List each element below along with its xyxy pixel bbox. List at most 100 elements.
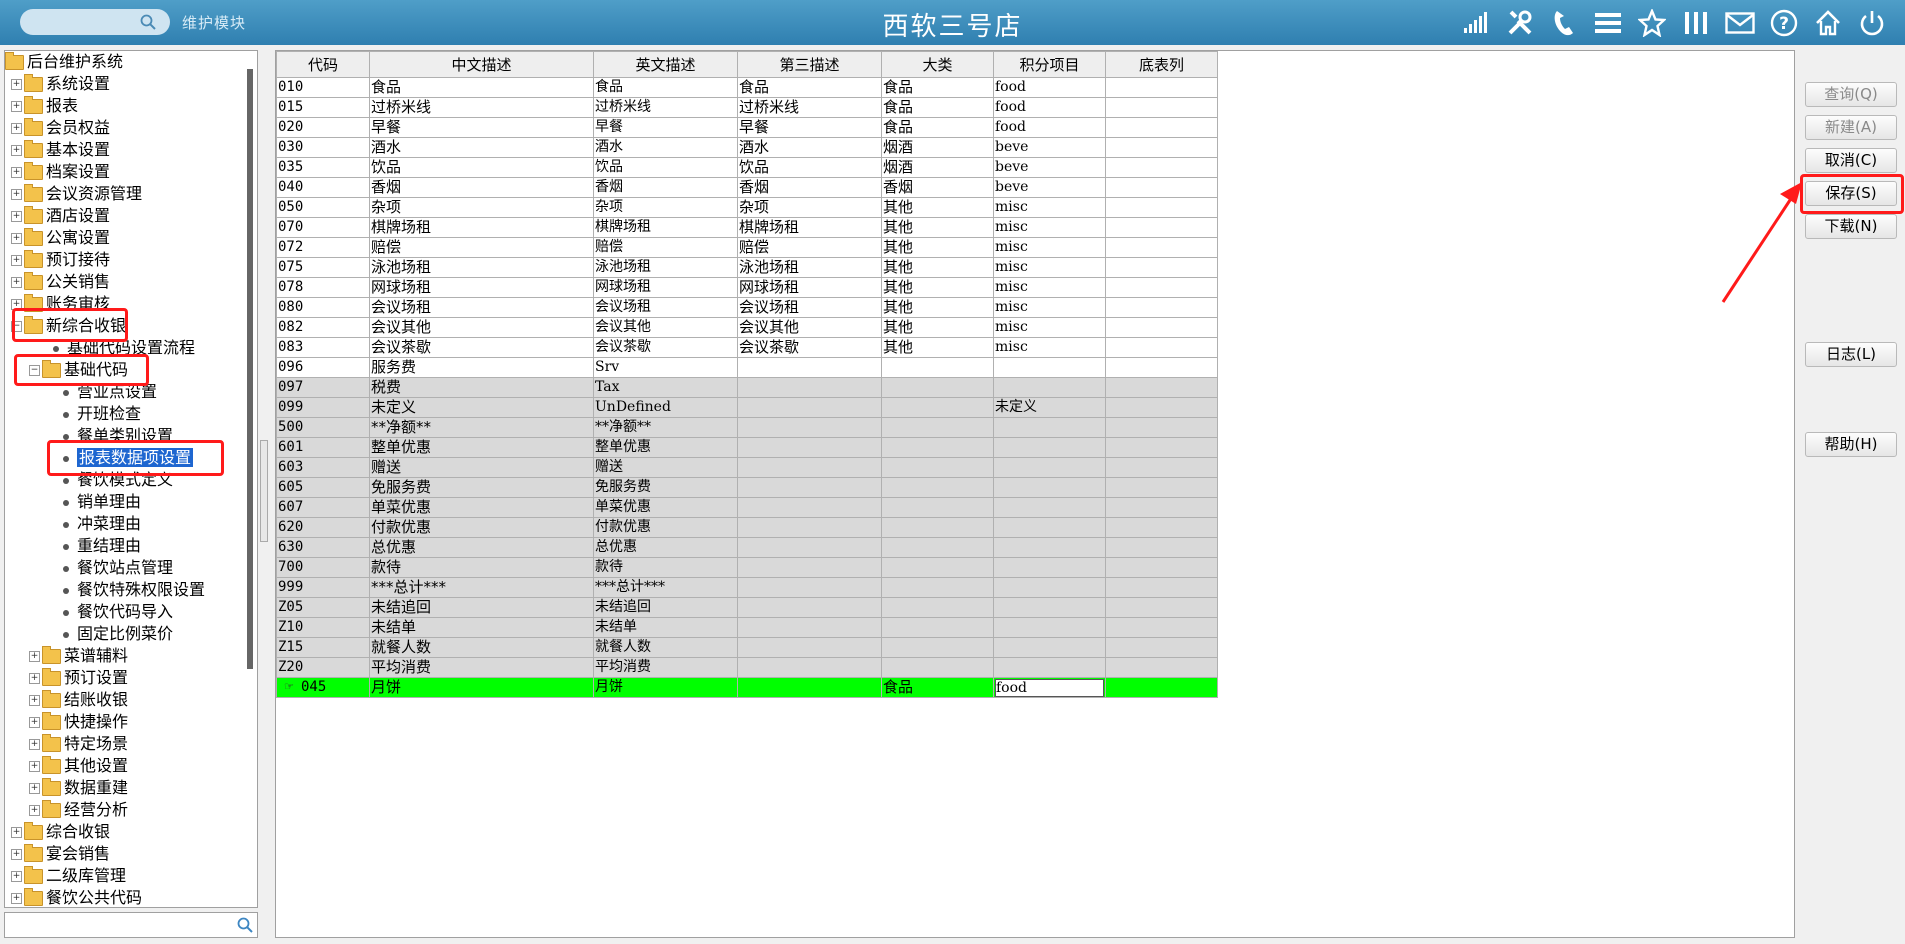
cell-code[interactable]: 078 [276, 277, 370, 298]
cell-english-desc[interactable]: 香烟 [593, 177, 738, 198]
cell-code[interactable]: 605 [276, 477, 370, 498]
cell-points-item[interactable]: misc [993, 217, 1106, 238]
cell-third-desc[interactable]: 会议其他 [737, 317, 882, 338]
search-icon[interactable] [237, 917, 253, 933]
cell-chinese-desc[interactable]: 款待 [369, 557, 594, 578]
download-button[interactable]: 下载(N) [1805, 214, 1897, 239]
tree-item[interactable]: 固定比例菜价 [47, 623, 173, 645]
cell-english-desc[interactable]: ***总计*** [593, 577, 738, 598]
expand-icon[interactable]: + [29, 673, 40, 684]
tree-item[interactable]: + 酒店设置 [11, 205, 110, 227]
cell-english-desc[interactable]: UnDefined [593, 397, 738, 418]
tree-item[interactable]: + 快捷操作 [29, 711, 128, 733]
cell-category[interactable] [881, 457, 994, 478]
cell-points-item[interactable] [993, 517, 1106, 538]
new-button[interactable]: 新建(A) [1805, 115, 1897, 140]
cell-chinese-desc[interactable]: 会议场租 [369, 297, 594, 318]
cell-points-item[interactable]: misc [993, 237, 1106, 258]
cell-chinese-desc[interactable]: 杂项 [369, 197, 594, 218]
cell-third-desc[interactable] [737, 537, 882, 558]
cell-base-column[interactable] [1105, 677, 1218, 698]
expand-icon[interactable]: + [11, 277, 22, 288]
tree-item[interactable]: 餐饮站点管理 [47, 557, 173, 579]
cell-points-item[interactable]: food [993, 97, 1106, 118]
cell-third-desc[interactable] [737, 437, 882, 458]
cell-base-column[interactable] [1105, 157, 1218, 178]
cell-english-desc[interactable]: Tax [593, 377, 738, 398]
cell-english-desc[interactable]: 过桥米线 [593, 97, 738, 118]
cell-code[interactable]: ☞ 045 [276, 677, 370, 698]
phone-icon[interactable] [1545, 6, 1583, 40]
tree-item[interactable]: + 餐饮公共代码 [11, 887, 142, 907]
tree-item[interactable]: + 特定场景 [29, 733, 128, 755]
cell-code[interactable]: 050 [276, 197, 370, 218]
column-header-english-desc[interactable]: 英文描述 [593, 51, 738, 78]
tree-item[interactable]: + 二级库管理 [11, 865, 126, 887]
cell-code[interactable]: 620 [276, 517, 370, 538]
cell-chinese-desc[interactable]: ***总计*** [369, 577, 594, 598]
table-row[interactable]: ☞ 045 月饼 月饼 食品 food [276, 677, 1218, 698]
cell-chinese-desc[interactable]: 早餐 [369, 117, 594, 138]
table-row[interactable]: 630 总优惠 总优惠 [276, 537, 1218, 558]
cell-category[interactable] [881, 517, 994, 538]
cell-category[interactable]: 其他 [881, 317, 994, 338]
column-header-code[interactable]: 代码 [276, 51, 370, 78]
table-row[interactable]: Z10 未结单 未结单 [276, 617, 1218, 638]
cell-chinese-desc[interactable]: 过桥米线 [369, 97, 594, 118]
expand-icon[interactable]: + [29, 761, 40, 772]
cell-category[interactable]: 其他 [881, 277, 994, 298]
cell-base-column[interactable] [1105, 257, 1218, 278]
expand-icon[interactable]: + [29, 805, 40, 816]
cell-english-desc[interactable]: 会议其他 [593, 317, 738, 338]
cell-points-item[interactable]: beve [993, 177, 1106, 198]
cell-category[interactable] [881, 617, 994, 638]
cell-points-item[interactable]: food [993, 77, 1106, 98]
cell-third-desc[interactable]: 网球场租 [737, 277, 882, 298]
cell-english-desc[interactable]: **净额** [593, 417, 738, 438]
expand-icon[interactable]: + [11, 211, 22, 222]
tree-item[interactable]: + 其他设置 [29, 755, 128, 777]
cell-third-desc[interactable]: 饮品 [737, 157, 882, 178]
cell-code[interactable]: 035 [276, 157, 370, 178]
cell-base-column[interactable] [1105, 417, 1218, 438]
expand-icon[interactable]: + [11, 849, 22, 860]
table-row[interactable]: 035 饮品 饮品 饮品 烟酒 beve [276, 157, 1218, 178]
cell-category[interactable] [881, 597, 994, 618]
cell-chinese-desc[interactable]: 服务费 [369, 357, 594, 378]
cell-base-column[interactable] [1105, 357, 1218, 378]
cell-points-item[interactable] [993, 377, 1106, 398]
table-row[interactable]: 030 酒水 酒水 酒水 烟酒 beve [276, 137, 1218, 158]
cell-code[interactable]: 603 [276, 457, 370, 478]
table-row[interactable]: Z20 平均消费 平均消费 [276, 657, 1218, 678]
cell-edit-input[interactable]: food [995, 678, 1104, 697]
cell-code[interactable]: 040 [276, 177, 370, 198]
tree-item[interactable]: + 预订设置 [29, 667, 128, 689]
cell-code[interactable]: 072 [276, 237, 370, 258]
tree-item[interactable]: 后台维护系统 [5, 51, 123, 73]
cell-category[interactable]: 食品 [881, 117, 994, 138]
star-icon[interactable] [1633, 6, 1671, 40]
cell-points-item[interactable] [993, 617, 1106, 638]
cell-english-desc[interactable]: 款待 [593, 557, 738, 578]
cell-third-desc[interactable]: 酒水 [737, 137, 882, 158]
cell-third-desc[interactable] [737, 457, 882, 478]
column-header-category[interactable]: 大类 [881, 51, 994, 78]
tree-item[interactable]: 餐饮代码导入 [47, 601, 173, 623]
cell-english-desc[interactable]: 会议茶歇 [593, 337, 738, 358]
cell-third-desc[interactable]: 杂项 [737, 197, 882, 218]
cell-third-desc[interactable]: 食品 [737, 77, 882, 98]
cell-points-item[interactable] [993, 637, 1106, 658]
cell-english-desc[interactable]: 赠送 [593, 457, 738, 478]
tree-item[interactable]: + 结账收银 [29, 689, 128, 711]
column-header-chinese-desc[interactable]: 中文描述 [369, 51, 594, 78]
column-header-points-item[interactable]: 积分项目 [993, 51, 1106, 78]
expand-icon[interactable]: + [29, 651, 40, 662]
cell-code[interactable]: Z15 [276, 637, 370, 658]
tree-item[interactable]: + 经营分析 [29, 799, 128, 821]
columns-icon[interactable] [1677, 6, 1715, 40]
cell-code[interactable]: 030 [276, 137, 370, 158]
cell-english-desc[interactable]: 棋牌场租 [593, 217, 738, 238]
cell-base-column[interactable] [1105, 457, 1218, 478]
cell-code[interactable]: 075 [276, 257, 370, 278]
cell-base-column[interactable] [1105, 557, 1218, 578]
